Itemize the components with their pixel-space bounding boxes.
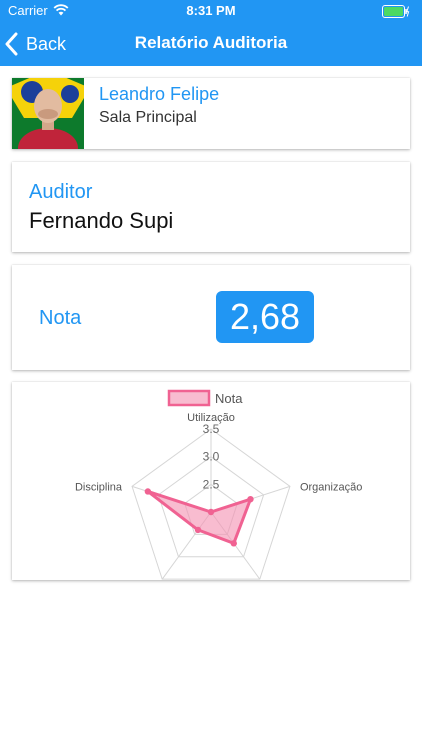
radar-chart: 2.53.03.5UtilizaçãoOrganizaçãoLimpezaPad… [75,389,362,580]
status-bar: Carrier 8:31 PM [0,0,422,22]
user-room: Sala Principal [99,109,197,126]
user-card: Leandro Felipe Sala Principal [12,78,410,149]
avatar [12,78,84,149]
radar-data-point [247,495,254,503]
radar-series-area [146,489,252,545]
score-label: Nota [39,307,82,329]
radar-tick-label: 3.5 [203,422,220,436]
radar-tick-label: 3.0 [203,450,220,464]
battery-icon [382,5,410,18]
radar-axis-label: Disciplina [75,481,123,493]
radar-data-point [207,508,215,516]
clock: 8:31 PM [186,3,236,18]
radar-data-point [230,540,237,547]
auditor-name: Fernando Supi [29,208,174,233]
radar-data-point [194,526,202,534]
score-card: Nota 2,68 [12,265,410,370]
radar-data-point [144,488,152,495]
legend-label: Nota [215,391,243,406]
navigation-bar: Back Relatório Auditoria [0,22,422,66]
radar-axis-label: Utilização [187,412,235,424]
avatar-photo [12,78,84,149]
radar-axis-label: Organização [300,481,362,493]
auditor-card: Auditor Fernando Supi [12,162,410,252]
page-title: Relatório Auditoria [134,33,288,52]
score-badge: 2,68 [216,291,314,343]
user-name: Leandro Felipe [99,84,220,104]
radar-tick-label: 2.5 [203,477,220,491]
radar-chart-card: 2.53.03.5UtilizaçãoOrganizaçãoLimpezaPad… [12,382,410,580]
legend-swatch [167,389,211,407]
auditor-label: Auditor [29,181,93,203]
